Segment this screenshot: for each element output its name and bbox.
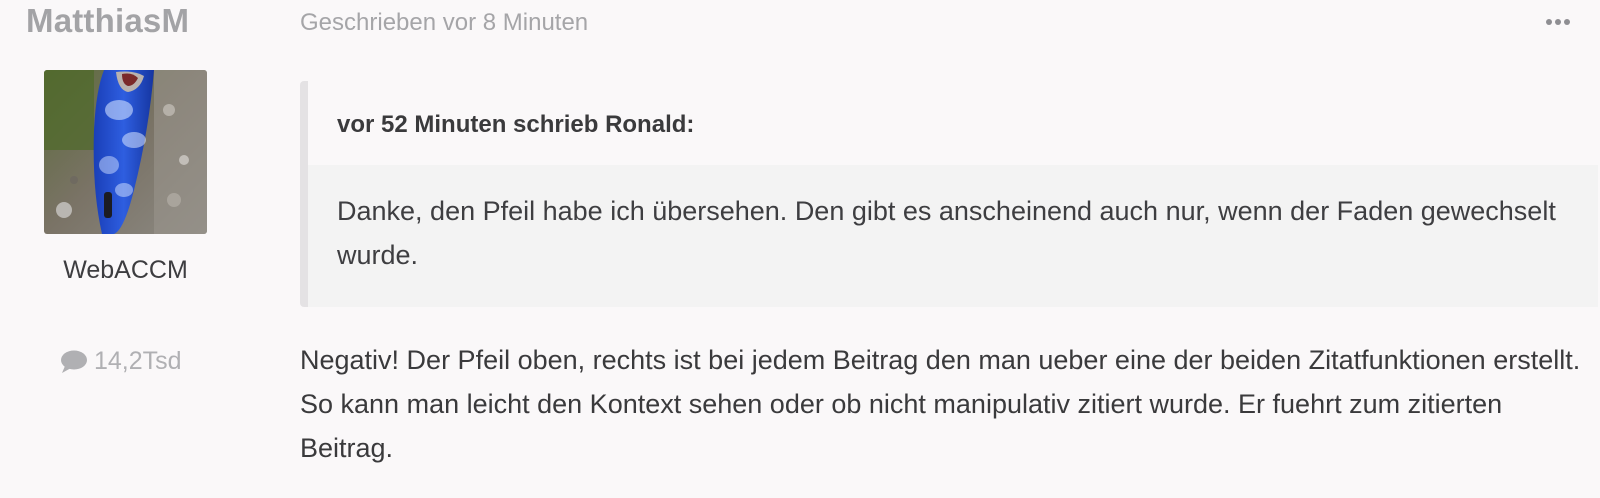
forum-post: MatthiasM Geschrieben vor 8 Minuten WebA… [0, 0, 1600, 498]
more-dot [1555, 19, 1561, 25]
quote-text: Danke, den Pfeil habe ich übersehen. Den… [337, 196, 1556, 270]
quote-body: Danke, den Pfeil habe ich übersehen. Den… [308, 165, 1598, 307]
post-date[interactable]: Geschrieben vor 8 Minuten [300, 9, 588, 37]
post-content: Negativ! Der Pfeil oben, rechts ist bei … [300, 345, 1581, 463]
comment-bubble-icon [60, 350, 88, 374]
more-options-icon[interactable] [1540, 8, 1576, 36]
quote-citation[interactable]: vor 52 Minuten schrieb Ronald: [337, 111, 694, 139]
avatar-kayak-image [44, 70, 207, 234]
quote-block: vor 52 Minuten schrieb Ronald: Danke, de… [300, 81, 1598, 307]
member-group: WebACCM [63, 256, 188, 284]
avatar[interactable] [44, 70, 207, 234]
post-count-value: 14,2Tsd [94, 347, 182, 375]
more-dot [1564, 19, 1570, 25]
author-name-link[interactable]: MatthiasM [26, 2, 189, 40]
more-dot [1546, 19, 1552, 25]
post-count: 14,2Tsd [60, 347, 182, 376]
